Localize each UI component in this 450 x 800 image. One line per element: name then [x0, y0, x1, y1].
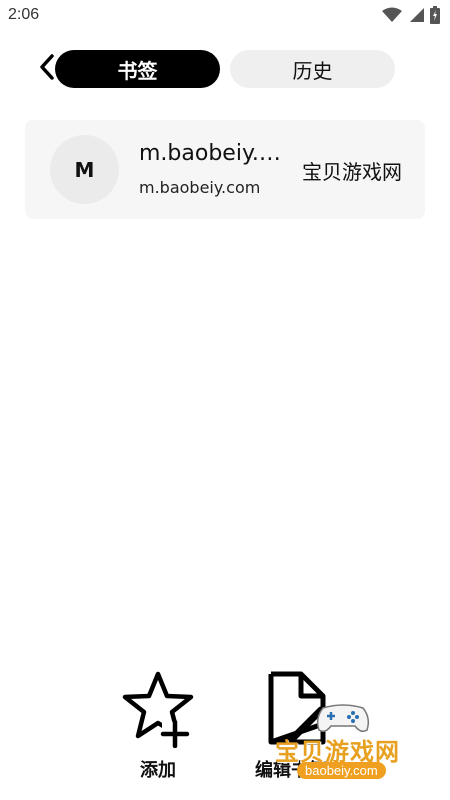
star-plus-icon — [118, 668, 198, 749]
header: 书签 历史 — [0, 48, 450, 90]
bookmark-item[interactable]: M m.baobeiy.com m.baobeiy.com 宝贝游戏网 — [25, 120, 425, 219]
tab-bookmarks[interactable]: 书签 — [55, 50, 220, 88]
cell-signal-icon — [408, 7, 424, 27]
wifi-icon — [382, 7, 402, 27]
tab-history[interactable]: 历史 — [230, 50, 395, 88]
bookmark-url: m.baobeiy.com — [139, 178, 261, 197]
add-label: 添加 — [140, 760, 176, 781]
battery-icon — [430, 6, 440, 28]
watermark-domain: baobeiy.com — [297, 762, 386, 779]
status-icons — [382, 6, 440, 28]
chevron-left-icon — [38, 53, 56, 85]
game-controller-icon — [313, 700, 373, 736]
bookmark-label: 宝贝游戏网 — [302, 160, 402, 184]
tab-history-label: 历史 — [292, 58, 333, 83]
back-button[interactable] — [34, 54, 60, 84]
status-time: 2:06 — [8, 6, 40, 23]
tab-bookmarks-label: 书签 — [117, 58, 158, 83]
avatar-letter: M — [74, 157, 95, 182]
avatar: M — [50, 135, 119, 204]
add-button[interactable]: 添加 — [103, 668, 213, 784]
status-bar: 2:06 — [0, 0, 450, 32]
bookmark-title: m.baobeiy.com — [139, 141, 284, 166]
watermark: 宝贝游戏网 baobeiy.com — [275, 700, 425, 790]
